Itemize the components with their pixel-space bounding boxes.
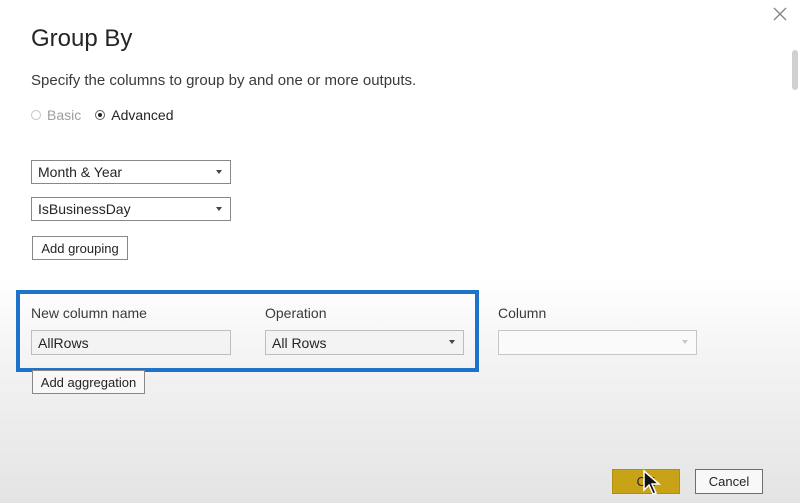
radio-basic-label: Basic xyxy=(47,107,82,123)
scrollbar-thumb[interactable] xyxy=(792,50,798,90)
chevron-down-icon xyxy=(682,340,688,344)
radio-advanced[interactable]: Advanced xyxy=(95,107,174,123)
column-select[interactable] xyxy=(498,330,697,355)
group-by-column-value-2: IsBusinessDay xyxy=(38,201,131,217)
group-by-dialog: Group By Specify the columns to group by… xyxy=(0,0,800,503)
group-by-column-value-1: Month & Year xyxy=(38,164,123,180)
dialog-title: Group By xyxy=(31,25,133,52)
close-icon[interactable] xyxy=(771,5,789,23)
radio-basic[interactable]: Basic xyxy=(31,107,81,123)
mode-radio-group: Basic Advanced xyxy=(31,107,188,123)
radio-advanced-label: Advanced xyxy=(111,107,174,123)
aggregation-highlight-box xyxy=(16,290,479,372)
dialog-subtitle: Specify the columns to group by and one … xyxy=(31,72,417,89)
chevron-down-icon xyxy=(216,207,222,211)
radio-basic-indicator xyxy=(31,110,41,120)
add-grouping-button[interactable]: Add grouping xyxy=(32,236,128,260)
ok-button[interactable]: OK xyxy=(612,469,680,494)
chevron-down-icon xyxy=(216,170,222,174)
group-by-column-select-1[interactable]: Month & Year xyxy=(31,160,231,184)
group-by-column-select-2[interactable]: IsBusinessDay xyxy=(31,197,231,221)
radio-advanced-indicator xyxy=(95,110,106,120)
column-label: Column xyxy=(498,305,547,321)
add-aggregation-button[interactable]: Add aggregation xyxy=(32,370,145,394)
cancel-button[interactable]: Cancel xyxy=(695,469,763,494)
